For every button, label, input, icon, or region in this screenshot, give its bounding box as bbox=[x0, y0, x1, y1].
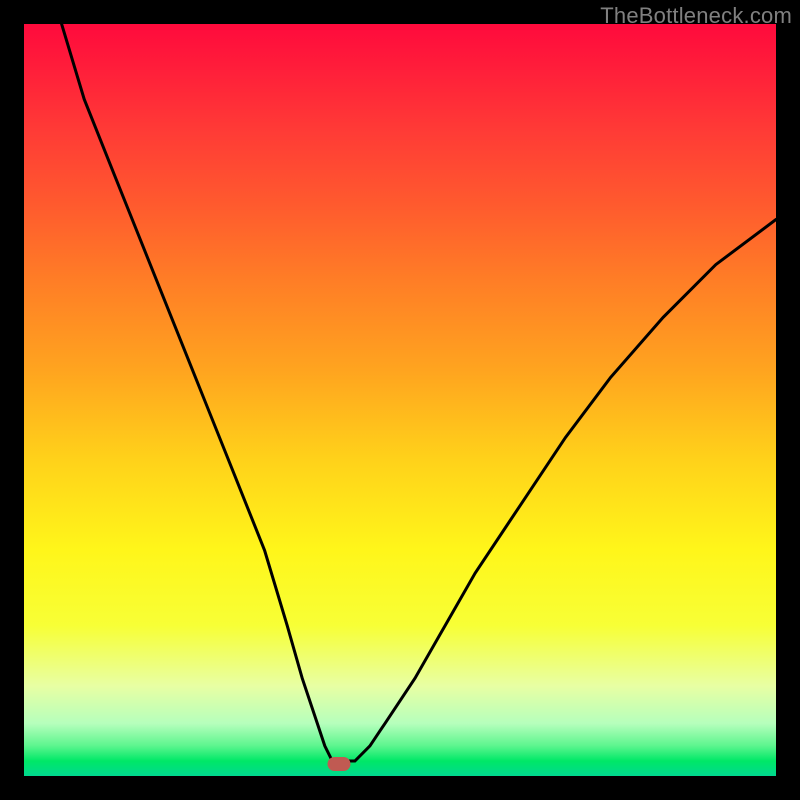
bottleneck-curve bbox=[24, 24, 776, 776]
watermark-label: TheBottleneck.com bbox=[600, 3, 792, 29]
chart-frame: TheBottleneck.com bbox=[0, 0, 800, 800]
plot-area bbox=[24, 24, 776, 776]
minimum-marker bbox=[328, 757, 351, 771]
